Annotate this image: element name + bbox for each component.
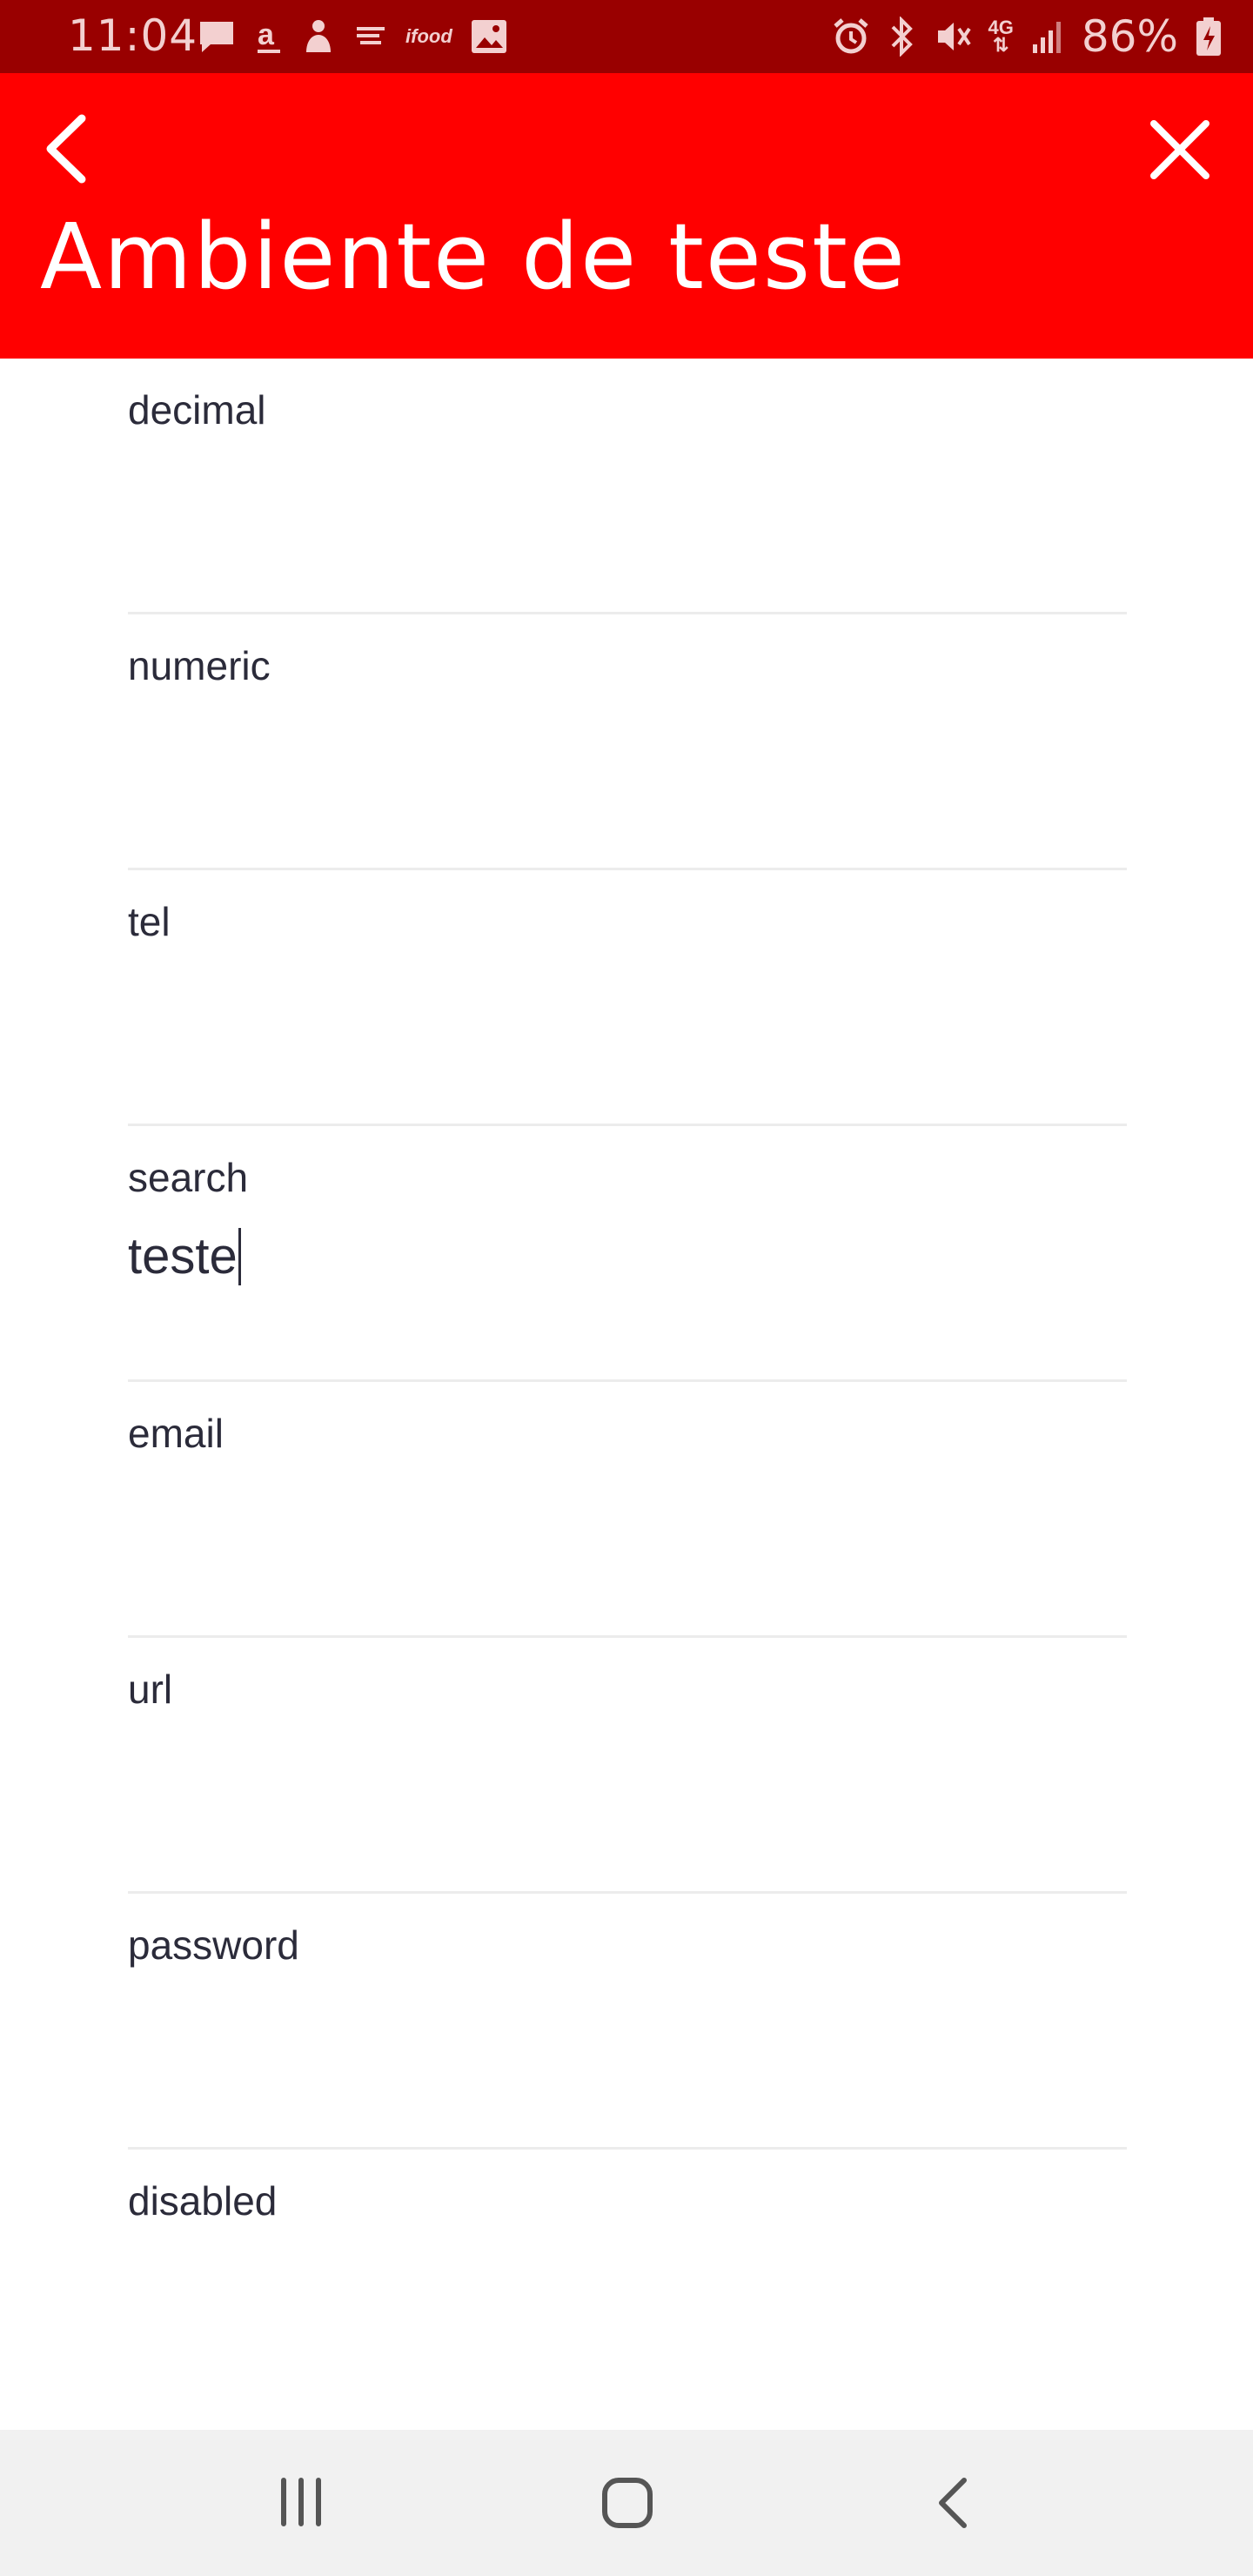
amazon-icon: a — [258, 18, 280, 53]
back-button[interactable] — [35, 110, 104, 188]
field-password: password — [128, 1894, 1127, 2150]
nav-back-button[interactable] — [919, 2468, 988, 2538]
decimal-input[interactable] — [128, 454, 1127, 524]
gallery-icon — [471, 20, 506, 53]
battery-percent: 86% — [1081, 11, 1178, 62]
system-icons: 4G ⇅ 86% — [832, 11, 1224, 62]
mute-icon — [937, 23, 971, 50]
disabled-input — [128, 2245, 1127, 2315]
field-label: decimal — [128, 387, 266, 433]
field-tel: tel — [128, 870, 1127, 1126]
status-time: 11:04 — [68, 10, 198, 61]
tel-input[interactable] — [128, 966, 1127, 1036]
field-email: email — [128, 1382, 1127, 1638]
field-label: numeric — [128, 643, 271, 688]
network-4g-icon: 4G ⇅ — [988, 17, 1014, 56]
svg-text:a: a — [258, 18, 275, 51]
field-label: email — [128, 1411, 224, 1456]
recent-apps-icon — [281, 2478, 321, 2526]
battery-charging-icon — [1196, 17, 1221, 56]
field-label: password — [128, 1922, 299, 1968]
status-bar: 11:04 a ifood 4G ⇅ 86% — [0, 0, 1253, 73]
close-icon — [1150, 120, 1209, 179]
bluetooth-icon — [891, 17, 913, 57]
field-label: search — [128, 1155, 249, 1200]
field-disabled: disabled — [128, 2150, 1127, 2405]
field-label: url — [128, 1667, 173, 1712]
field-decimal: decimal — [128, 359, 1127, 614]
message-icon — [200, 22, 233, 52]
notification-icon — [306, 20, 331, 52]
home-icon — [602, 2478, 653, 2528]
field-url: url — [128, 1638, 1127, 1894]
app-header: Ambiente de teste — [0, 73, 1253, 359]
system-nav-bar — [0, 2430, 1253, 2576]
field-numeric: numeric — [128, 614, 1127, 870]
notification-icons: a ifood — [197, 14, 508, 59]
field-search: search teste — [128, 1126, 1127, 1382]
field-label: disabled — [128, 2178, 278, 2224]
page-title: Ambiente de teste — [40, 204, 907, 310]
search-input-value: teste — [128, 1228, 238, 1285]
chevron-left-icon — [46, 114, 86, 184]
url-input[interactable] — [128, 1734, 1127, 1803]
search-input[interactable]: teste — [128, 1222, 1127, 1291]
alarm-icon — [833, 18, 868, 54]
home-button[interactable] — [593, 2468, 662, 2538]
signal-icon — [1032, 22, 1061, 53]
close-button[interactable] — [1145, 115, 1215, 184]
recent-apps-button[interactable] — [266, 2468, 336, 2538]
ifood-icon: ifood — [405, 25, 452, 47]
numeric-input[interactable] — [128, 710, 1127, 780]
back-icon — [939, 2478, 967, 2528]
text-cursor — [238, 1227, 241, 1285]
field-label: tel — [128, 899, 171, 944]
email-input[interactable] — [128, 1478, 1127, 1547]
network-label: 4G — [988, 17, 1014, 38]
password-input[interactable] — [128, 1989, 1127, 2059]
cast-icon — [357, 27, 385, 44]
